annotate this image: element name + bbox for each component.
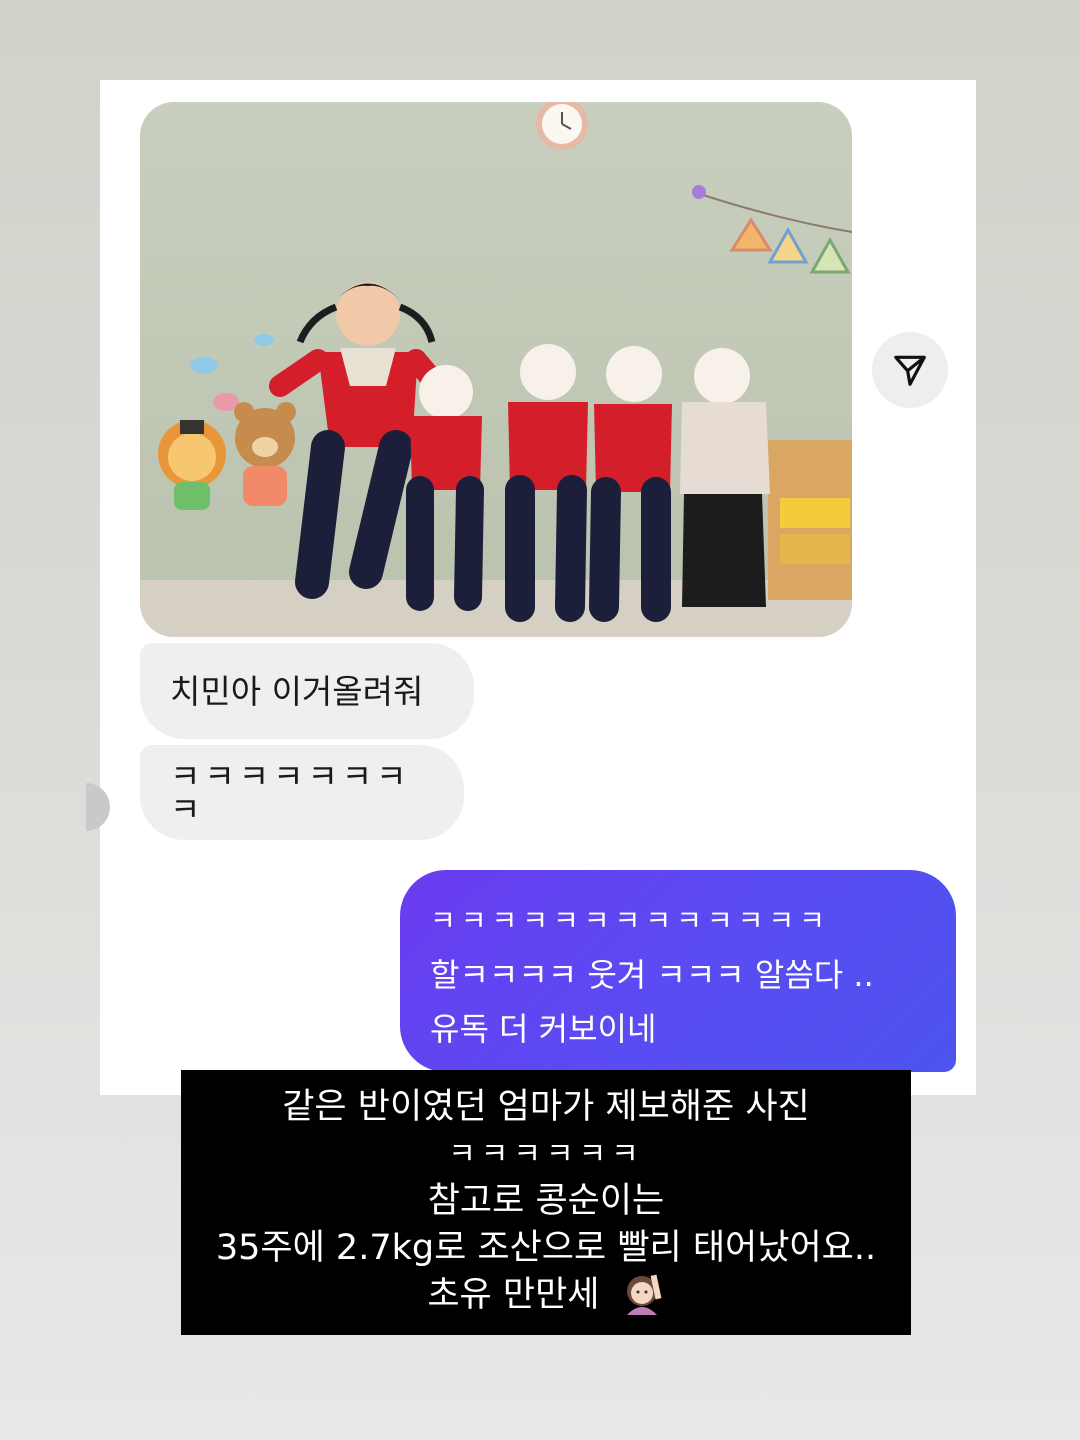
woman-raising-hand-emoji-icon — [626, 1274, 662, 1315]
outgoing-message: ㅋㅋㅋㅋㅋㅋㅋㅋㅋㅋㅋㅋㅋ 할ㅋㅋㅋㅋ 웃겨 ㅋㅋㅋ 알씀다 .. 유독 더 커… — [400, 870, 956, 1072]
story-caption: 같은 반이였던 엄마가 제보해준 사진 ㅋㅋㅋㅋㅋㅋ 참고로 콩순이는 35주에… — [181, 1070, 911, 1335]
caption-line-4: 35주에 2.7kg로 조산으로 빨리 태어났어요.. — [215, 1228, 877, 1268]
shared-photo[interactable] — [140, 102, 852, 637]
caption-line-5-wrap: 초유 만만세 — [181, 1272, 911, 1319]
caption-line-1: 같은 반이였던 엄마가 제보해준 사진 — [282, 1087, 810, 1127]
incoming-message-2: ㅋㅋㅋㅋㅋㅋㅋㅋ — [140, 745, 464, 840]
incoming-message-1: 치민아 이거올려줘 — [140, 643, 474, 739]
chat-screenshot-card: 치민아 이거올려줘 ㅋㅋㅋㅋㅋㅋㅋㅋ ㅋㅋㅋㅋㅋㅋㅋㅋㅋㅋㅋㅋㅋ 할ㅋㅋㅋㅋ 웃… — [86, 80, 976, 1095]
message-line-3: 유독 더 커보이네 — [430, 1010, 657, 1048]
share-button[interactable] — [872, 332, 948, 408]
caption-line-3: 참고로 콩순이는 — [427, 1181, 665, 1221]
message-line-2: 할ㅋㅋㅋㅋ 웃겨 ㅋㅋㅋ 알씀다 .. — [430, 956, 874, 994]
caption-line-2: ㅋㅋㅋㅋㅋㅋ — [448, 1137, 644, 1172]
scroll-handle[interactable] — [86, 783, 110, 831]
send-paper-plane-icon — [894, 355, 926, 386]
message-line-1: ㅋㅋㅋㅋㅋㅋㅋㅋㅋㅋㅋㅋㅋ — [430, 904, 830, 937]
caption-line-5: 초유 만만세 — [427, 1275, 600, 1315]
message-text: ㅋㅋㅋㅋㅋㅋㅋㅋ — [170, 756, 411, 829]
classroom-photo-illustration — [140, 102, 852, 637]
message-text: 치민아 이거올려줘 — [170, 671, 424, 711]
